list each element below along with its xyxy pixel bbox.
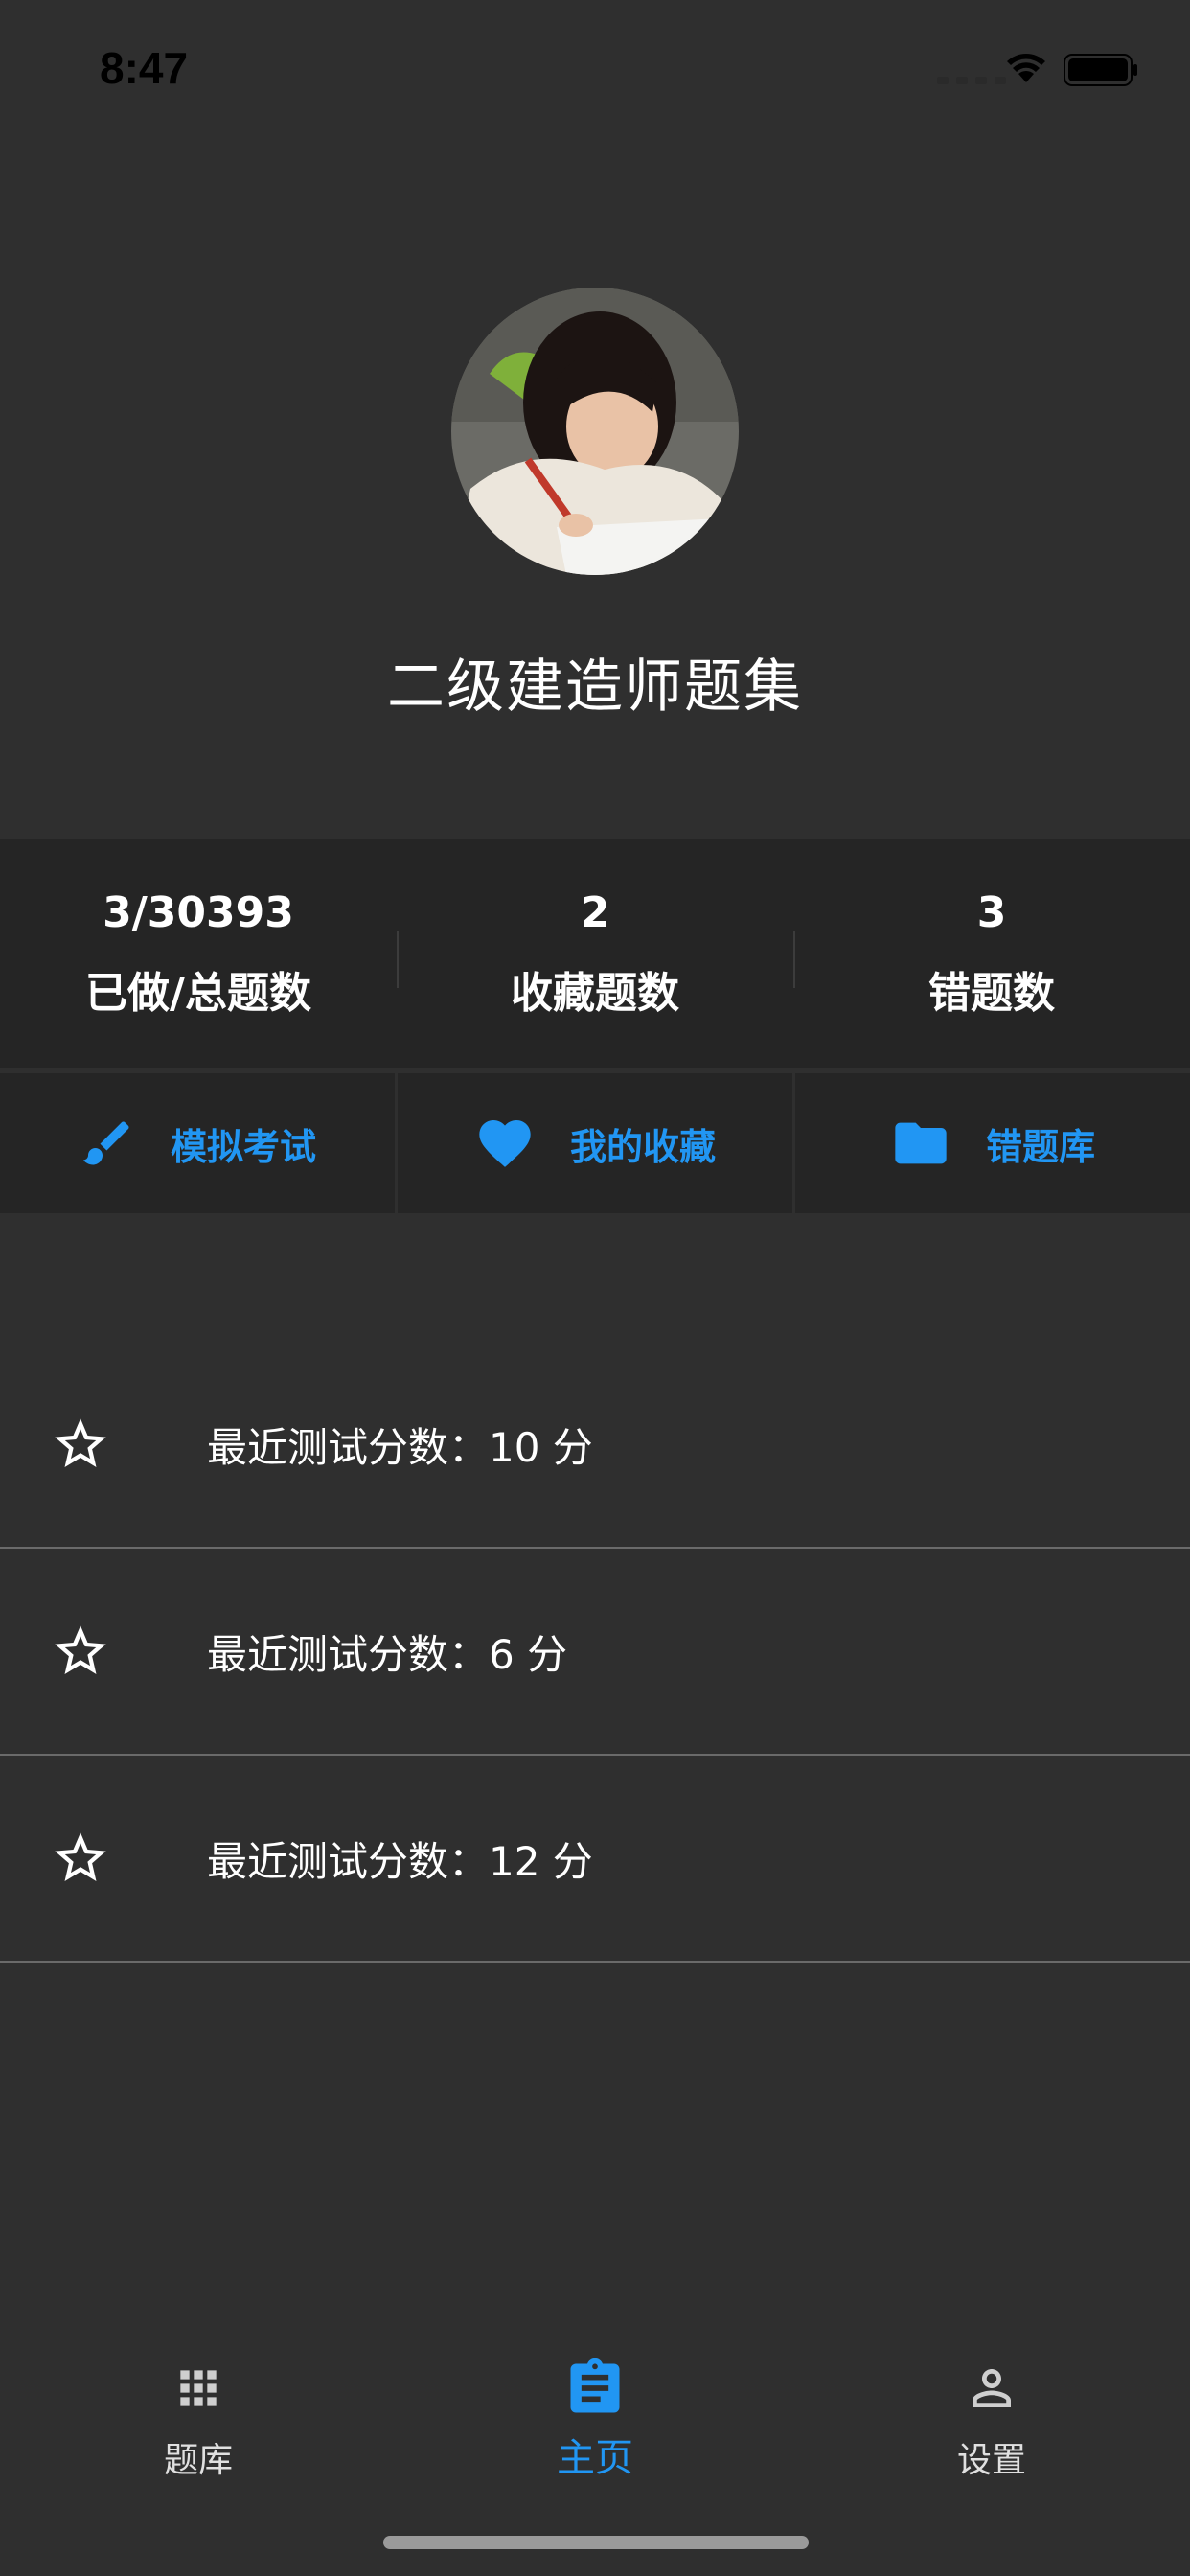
stat-value: 3/30393 [103, 887, 294, 937]
my-favorites-label: 我的收藏 [569, 1125, 716, 1168]
mock-exam-label: 模拟考试 [170, 1125, 316, 1168]
tab-question-bank[interactable]: 题库 [0, 2338, 397, 2501]
home-indicator[interactable] [383, 2536, 809, 2549]
stat-done-total: 3/30393 已做/总题数 [0, 840, 397, 1068]
list-item[interactable]: 最近测试分数：12 分 [0, 1756, 1190, 1963]
action-bar: 模拟考试 我的收藏 错题库 [0, 1073, 1190, 1213]
stat-value: 2 [580, 887, 610, 937]
stat-wrong: 3 错题数 [793, 840, 1190, 1068]
star-outline-icon [55, 1832, 106, 1881]
tab-label: 设置 [956, 2441, 1026, 2480]
heart-icon [479, 1120, 531, 1167]
status-time: 8:47 [100, 43, 189, 93]
avatar-photo [451, 288, 739, 575]
status-bar: 8:47 [0, 0, 1190, 144]
score-text: 最近测试分数：12 分 [207, 1837, 593, 1885]
score-text: 最近测试分数：6 分 [207, 1630, 568, 1678]
wrong-questions-button[interactable]: 错题库 [792, 1073, 1190, 1213]
stat-label: 错题数 [928, 968, 1055, 1018]
wifi-icon [1007, 54, 1045, 82]
list-item[interactable]: 最近测试分数：10 分 [0, 1342, 1190, 1549]
battery-icon [1064, 54, 1137, 86]
stat-label: 已做/总题数 [84, 968, 312, 1018]
tab-home[interactable]: 主页 [397, 2338, 793, 2501]
cellular-signal-icon [937, 77, 1006, 84]
tab-settings[interactable]: 设置 [793, 2338, 1190, 2501]
tab-label: 题库 [163, 2441, 233, 2480]
score-list: 最近测试分数：10 分 最近测试分数：6 分 最近测试分数：12 分 [0, 1342, 1190, 1963]
clipboard-icon [570, 2358, 620, 2413]
mock-exam-button[interactable]: 模拟考试 [0, 1073, 395, 1213]
stats-panel: 3/30393 已做/总题数 2 收藏题数 3 错题数 [0, 840, 1190, 1068]
wrong-questions-label: 错题库 [985, 1125, 1095, 1168]
bottom-tab-bar: 题库 主页 设置 [0, 2338, 1190, 2501]
star-outline-icon [55, 1625, 106, 1674]
stat-favorites: 2 收藏题数 [397, 840, 793, 1068]
list-item[interactable]: 最近测试分数：6 分 [0, 1549, 1190, 1756]
avatar [451, 288, 739, 575]
score-text: 最近测试分数：10 分 [207, 1423, 593, 1471]
tab-label: 主页 [557, 2436, 633, 2480]
my-favorites-button[interactable]: 我的收藏 [395, 1073, 792, 1213]
star-outline-icon [55, 1418, 106, 1467]
brush-icon [82, 1121, 129, 1165]
folder-icon [895, 1122, 947, 1164]
grid-icon [180, 2370, 217, 2406]
app-title: 二级建造师题集 [387, 654, 803, 721]
stat-label: 收藏题数 [511, 968, 679, 1018]
stat-value: 3 [976, 887, 1007, 937]
person-icon [973, 2369, 1011, 2407]
